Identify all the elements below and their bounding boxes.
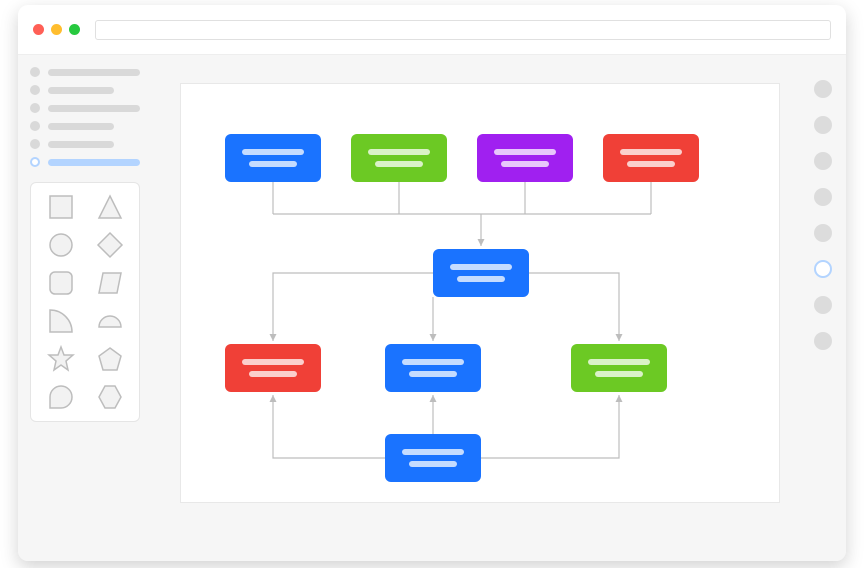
layer-item[interactable]: [30, 139, 140, 149]
left-sidebar: [18, 55, 152, 561]
app-window: [18, 5, 846, 561]
minimize-button[interactable]: [51, 24, 62, 35]
layer-item-active[interactable]: [30, 157, 140, 167]
shape-rounded-rect-icon[interactable]: [47, 269, 75, 297]
shape-square-icon[interactable]: [47, 193, 75, 221]
layer-item[interactable]: [30, 67, 140, 77]
shape-circle-icon[interactable]: [47, 231, 75, 259]
tool-button[interactable]: [814, 332, 832, 350]
shape-semicircle-icon[interactable]: [96, 307, 124, 335]
shape-hexagon-icon[interactable]: [96, 383, 124, 411]
tool-button[interactable]: [814, 116, 832, 134]
close-button[interactable]: [33, 24, 44, 35]
flow-node[interactable]: [385, 344, 481, 392]
titlebar: [18, 5, 846, 55]
tool-button[interactable]: [814, 152, 832, 170]
right-toolbar: [800, 55, 846, 561]
canvas-area: [152, 55, 800, 561]
flow-node[interactable]: [225, 344, 321, 392]
tool-button[interactable]: [814, 224, 832, 242]
flow-node[interactable]: [351, 134, 447, 182]
tool-button[interactable]: [814, 80, 832, 98]
tool-button-active[interactable]: [814, 260, 832, 278]
flow-node[interactable]: [477, 134, 573, 182]
flow-node[interactable]: [603, 134, 699, 182]
shape-diamond-icon[interactable]: [96, 231, 124, 259]
shape-star-icon[interactable]: [47, 345, 75, 373]
shape-quarter-circle-icon[interactable]: [47, 307, 75, 335]
content: [18, 55, 846, 561]
flow-node[interactable]: [225, 134, 321, 182]
flow-node[interactable]: [433, 249, 529, 297]
layer-item[interactable]: [30, 103, 140, 113]
flow-node[interactable]: [385, 434, 481, 482]
flow-node[interactable]: [571, 344, 667, 392]
layer-item[interactable]: [30, 121, 140, 131]
window-controls: [33, 24, 80, 35]
layer-item[interactable]: [30, 85, 140, 95]
shape-triangle-icon[interactable]: [96, 193, 124, 221]
shape-pentagon-icon[interactable]: [96, 345, 124, 373]
layer-list: [30, 67, 140, 167]
diagram-canvas[interactable]: [180, 83, 780, 503]
address-bar[interactable]: [95, 20, 831, 40]
tool-button[interactable]: [814, 188, 832, 206]
shape-teardrop-icon[interactable]: [47, 383, 75, 411]
zoom-button[interactable]: [69, 24, 80, 35]
shape-trapezoid-icon[interactable]: [96, 269, 124, 297]
tool-button[interactable]: [814, 296, 832, 314]
shape-palette: [30, 182, 140, 422]
